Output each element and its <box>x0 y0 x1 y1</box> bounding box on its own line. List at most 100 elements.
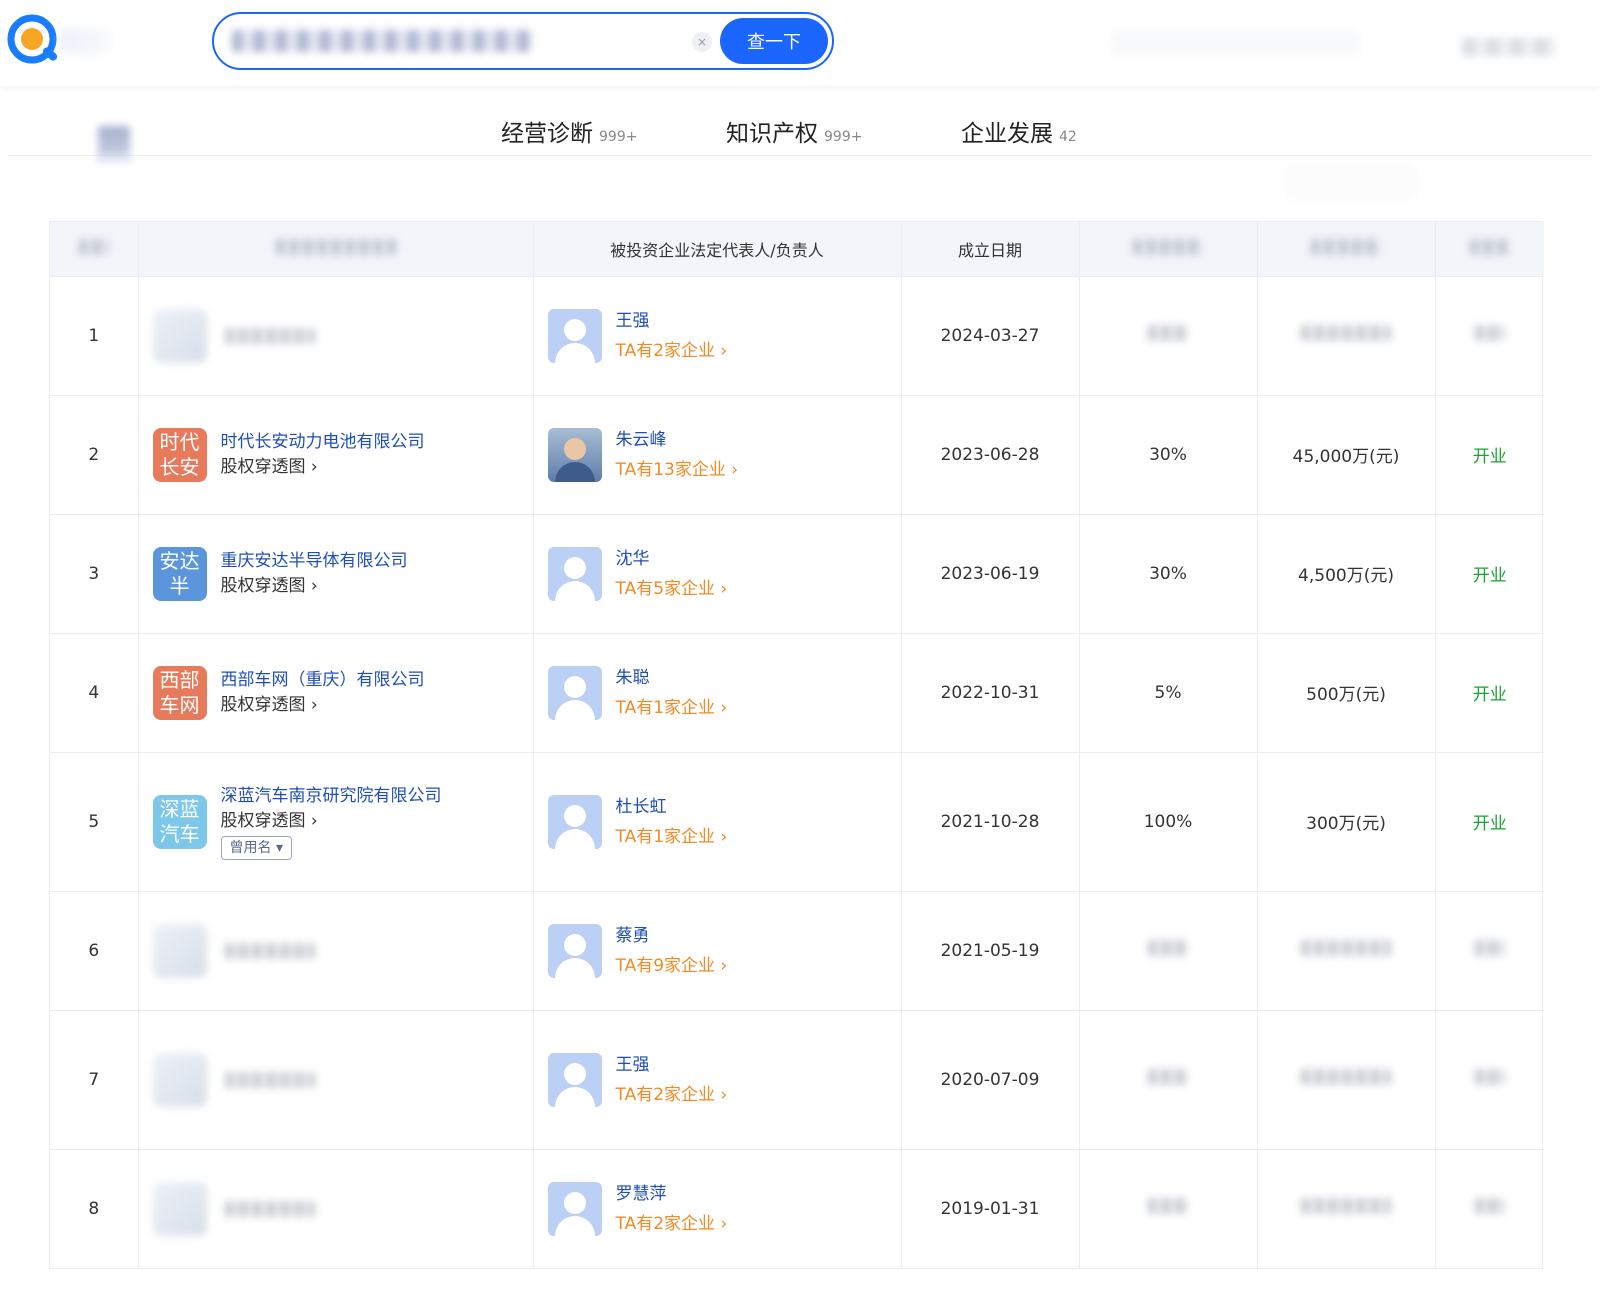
person-companies-link[interactable]: TA有2家企业 › <box>616 1209 728 1239</box>
legal-rep-cell: 王强 TA有2家企业 › <box>534 306 901 366</box>
person-name-link[interactable]: 蔡勇 <box>616 921 728 951</box>
equity-chart-link[interactable]: 股权穿透图 › <box>221 574 318 599</box>
founded-date: 2023-06-19 <box>901 513 1080 633</box>
header-nav-redacted <box>1110 30 1360 56</box>
tab-operations-diagnosis[interactable]: 经营诊断 999+ <box>501 114 637 148</box>
person-companies-link[interactable]: TA有5家企业 › <box>616 574 728 604</box>
tab-count: 999+ <box>824 129 863 145</box>
status-badge: 开业 <box>1435 513 1544 633</box>
founded-date: 2019-01-31 <box>901 1148 1080 1268</box>
avatar[interactable] <box>547 794 602 849</box>
company-cell-wrap: 深蓝 汽车 深蓝汽车南京研究院有限公司 股权穿透图 › 曾用名 ▾ <box>138 751 534 891</box>
status-badge <box>1435 275 1544 395</box>
avatar[interactable] <box>547 308 602 363</box>
company-name-link[interactable]: 时代长安动力电池有限公司 <box>221 430 425 455</box>
registered-capital-redacted <box>1301 325 1391 341</box>
person-companies-link[interactable]: TA有1家企业 › <box>616 822 728 852</box>
investment-ratio: 100% <box>1079 751 1258 891</box>
chevron-right-icon: › <box>720 1213 728 1234</box>
company-name-redacted[interactable] <box>224 1200 315 1217</box>
person-info: 沈华 TA有5家企业 › <box>616 544 728 604</box>
legal-rep-cell: 罗慧萍 TA有2家企业 › <box>534 1179 901 1239</box>
tab-intellectual-property[interactable]: 知识产权 999+ <box>726 114 862 148</box>
founded-date: 2022-10-31 <box>901 632 1080 752</box>
row-index: 8 <box>50 1148 139 1268</box>
chevron-right-icon: › <box>720 697 728 718</box>
equity-chart-link[interactable]: 股权穿透图 › <box>221 693 318 718</box>
status-badge-redacted <box>1474 1198 1505 1215</box>
legal-rep-cell-wrap: 王强 TA有2家企业 › <box>533 1009 902 1149</box>
search-input[interactable] <box>232 26 702 56</box>
person-name-link[interactable]: 朱聪 <box>616 663 728 693</box>
company-info: 重庆安达半导体有限公司 股权穿透图 › <box>221 549 408 599</box>
row-index: 4 <box>50 632 139 752</box>
company-logo-redacted <box>152 308 207 363</box>
avatar[interactable] <box>547 1181 602 1236</box>
founded-date: 2023-06-28 <box>901 394 1080 514</box>
person-companies-link[interactable]: TA有13家企业 › <box>616 455 739 485</box>
col-header-founded: 成立日期 <box>901 222 1080 276</box>
company-logo-redacted <box>152 1181 207 1236</box>
person-name-link[interactable]: 罗慧萍 <box>616 1179 728 1209</box>
tab-enterprise-development[interactable]: 企业发展 42 <box>961 114 1077 148</box>
registered-capital <box>1257 275 1436 395</box>
avatar[interactable] <box>547 665 602 720</box>
table-row: 4 西部 车网 西部车网（重庆）有限公司 股权穿透图 › 朱聪 TA有1家企业 › 2022… <box>50 632 1544 752</box>
search-button[interactable]: 查一下 <box>720 18 828 64</box>
person-info: 王强 TA有2家企业 › <box>616 1050 728 1110</box>
table-row: 2 时代 长安 时代长安动力电池有限公司 股权穿透图 › 朱云峰 TA有13家企业 › 20… <box>50 394 1544 514</box>
company-name-link[interactable]: 深蓝汽车南京研究院有限公司 <box>221 784 442 809</box>
avatar[interactable] <box>547 546 602 601</box>
equity-chart-link[interactable]: 股权穿透图 › <box>221 455 318 480</box>
company-cell: 深蓝 汽车 深蓝汽车南京研究院有限公司 股权穿透图 › 曾用名 ▾ <box>139 784 533 860</box>
person-info: 王强 TA有2家企业 › <box>616 306 728 366</box>
chevron-right-icon: › <box>731 459 739 480</box>
company-cell-wrap <box>138 275 534 395</box>
company-name-redacted[interactable] <box>224 1071 315 1088</box>
person-companies-link[interactable]: TA有2家企业 › <box>616 1080 728 1110</box>
table-row: 7 王强 TA有2家企业 › 2020-07-09 <box>50 1009 1544 1149</box>
person-name-link[interactable]: 朱云峰 <box>616 425 739 455</box>
table-row: 5 深蓝 汽车 深蓝汽车南京研究院有限公司 股权穿透图 › 曾用名 ▾ 杜长虹 TA有1家企… <box>50 751 1544 891</box>
row-index: 3 <box>50 513 139 633</box>
table-row: 8 罗慧萍 TA有2家企业 › 2019-01-31 <box>50 1148 1544 1268</box>
avatar[interactable] <box>547 923 602 978</box>
company-cell-wrap: 时代 长安 时代长安动力电池有限公司 股权穿透图 › <box>138 394 534 514</box>
company-cell <box>139 923 533 978</box>
person-companies-link[interactable]: TA有9家企业 › <box>616 951 728 981</box>
person-name-link[interactable]: 杜长虹 <box>616 792 728 822</box>
former-name-tag[interactable]: 曾用名 ▾ <box>220 835 292 860</box>
person-companies-link[interactable]: TA有1家企业 › <box>616 693 728 723</box>
tab-redacted-icon[interactable] <box>98 126 130 156</box>
top-header: × 查一下 <box>0 0 1600 86</box>
person-companies-link[interactable]: TA有2家企业 › <box>616 336 728 366</box>
company-info: 时代长安动力电池有限公司 股权穿透图 › <box>221 430 425 480</box>
company-cell <box>139 308 533 363</box>
legal-rep-cell: 蔡勇 TA有9家企业 › <box>534 921 901 981</box>
registered-capital <box>1257 890 1436 1010</box>
chevron-right-icon: › <box>310 810 318 831</box>
person-name-link[interactable]: 王强 <box>616 1050 728 1080</box>
person-name-link[interactable]: 沈华 <box>616 544 728 574</box>
company-name-link[interactable]: 重庆安达半导体有限公司 <box>221 549 408 574</box>
avatar[interactable] <box>547 1052 602 1107</box>
company-name-redacted[interactable] <box>224 327 315 344</box>
user-menu-redacted[interactable] <box>1462 38 1556 56</box>
investment-ratio <box>1079 1009 1258 1149</box>
company-name-link[interactable]: 西部车网（重庆）有限公司 <box>221 668 425 693</box>
founded-date: 2024-03-27 <box>901 275 1080 395</box>
registered-capital <box>1257 1009 1436 1149</box>
person-name-link[interactable]: 王强 <box>616 306 728 336</box>
app-logo[interactable] <box>6 12 64 70</box>
investment-ratio-redacted <box>1148 940 1188 956</box>
company-cell <box>139 1052 533 1107</box>
company-name-redacted[interactable] <box>224 942 315 959</box>
close-icon[interactable]: × <box>692 32 712 52</box>
legal-rep-cell: 王强 TA有2家企业 › <box>534 1050 901 1110</box>
status-badge-redacted <box>1474 1069 1505 1085</box>
avatar[interactable] <box>547 427 602 482</box>
company-cell-wrap: 安达 半重庆安达半导体有限公司 股权穿透图 › <box>138 513 534 633</box>
filter-pill-redacted[interactable] <box>1282 164 1420 200</box>
equity-chart-link[interactable]: 股权穿透图 › <box>221 809 318 834</box>
company-logo-redacted <box>152 1052 207 1107</box>
